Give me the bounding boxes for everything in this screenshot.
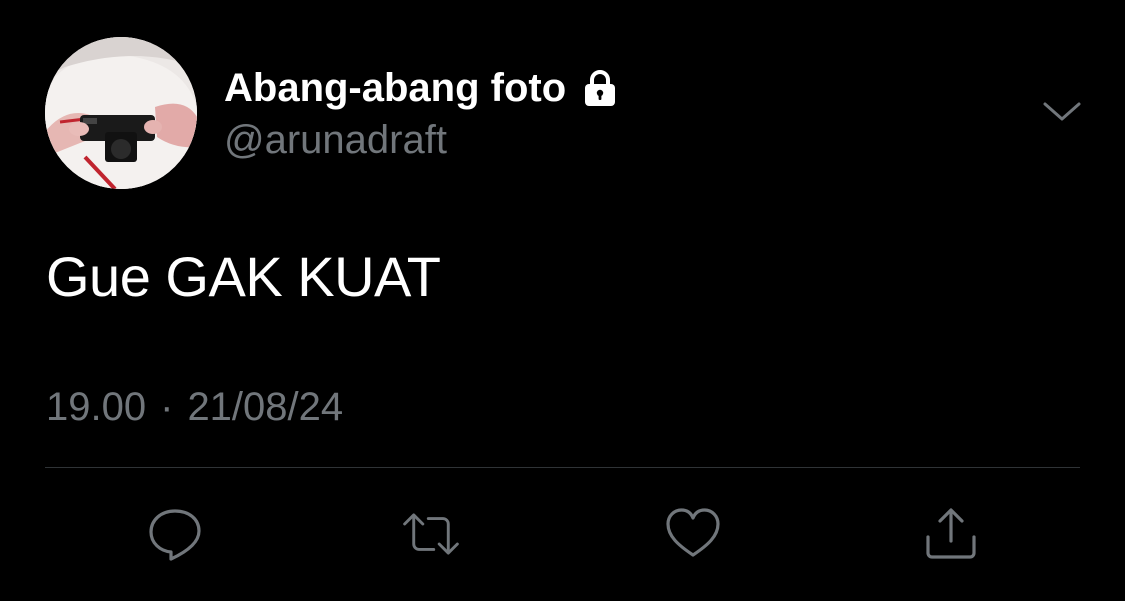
share-icon xyxy=(926,508,976,559)
chevron-down-icon xyxy=(1043,102,1081,121)
more-options-button[interactable] xyxy=(1038,92,1086,132)
tweet-time: 19.00 xyxy=(46,385,147,429)
timestamp-separator: · xyxy=(160,385,174,429)
display-name[interactable]: Abang-abang foto xyxy=(224,66,566,111)
tweet-text: Gue GAK KUAT xyxy=(46,245,441,308)
reply-button[interactable] xyxy=(145,504,205,564)
divider xyxy=(45,467,1080,468)
retweet-icon xyxy=(403,513,459,555)
avatar[interactable] xyxy=(45,37,197,189)
user-handle[interactable]: @arunadraft xyxy=(224,118,447,163)
camera-photo-avatar xyxy=(45,37,197,189)
tweet-date: 21/08/24 xyxy=(187,385,344,429)
share-button[interactable] xyxy=(921,504,981,564)
retweet-button[interactable] xyxy=(401,504,461,564)
lock-icon xyxy=(580,68,620,108)
heart-icon xyxy=(666,508,720,557)
author-name-row[interactable]: Abang-abang foto xyxy=(224,64,620,112)
like-button[interactable] xyxy=(663,504,723,564)
tweet-timestamp[interactable]: 19.00 · 21/08/24 xyxy=(46,385,343,430)
reply-icon xyxy=(149,509,201,561)
